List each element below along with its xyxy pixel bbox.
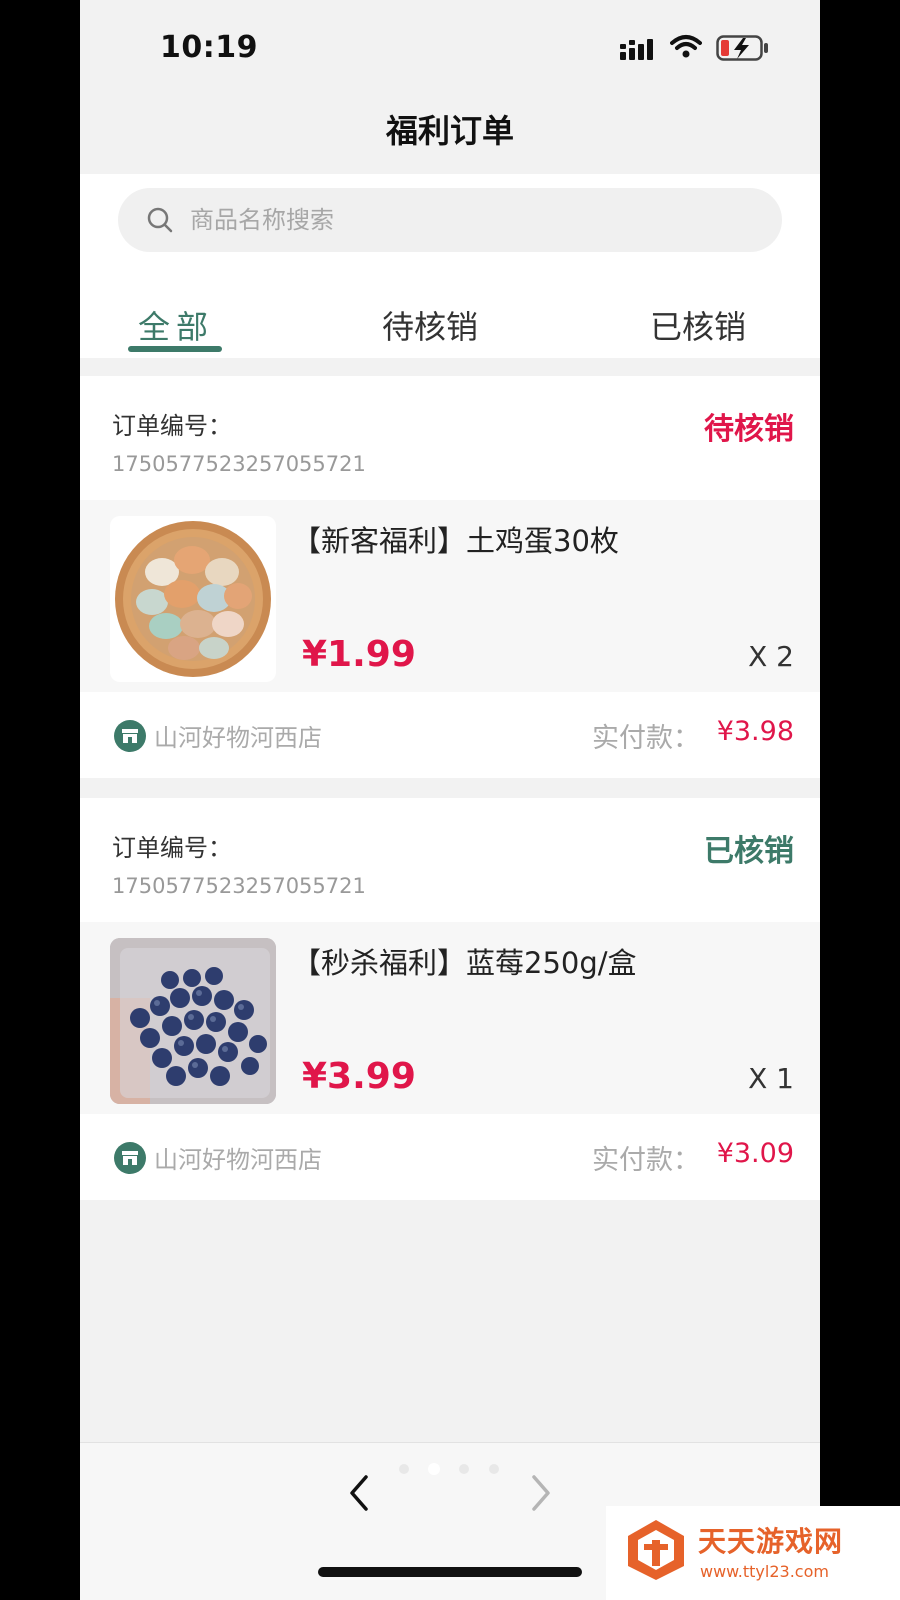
paid-amount: ¥3.09: [716, 1138, 794, 1169]
page-indicator-dots: [399, 1463, 499, 1475]
product-quantity: X 2: [748, 640, 794, 673]
order-number-label: 订单编号：: [112, 412, 232, 440]
tab-all[interactable]: 全部: [138, 302, 214, 348]
watermark-title: 天天游戏网: [698, 1525, 844, 1558]
page-title: 福利订单: [385, 112, 514, 150]
order-number: 1750577523257055721: [112, 452, 366, 476]
watermark-logo-icon: [628, 1520, 684, 1580]
home-indicator: [318, 1567, 582, 1577]
status-bar: 10:19: [80, 0, 820, 100]
forward-arrow-icon[interactable]: [526, 1473, 556, 1513]
paid-label: 实付款：: [592, 1145, 700, 1176]
store-icon: [114, 1142, 146, 1174]
watermark-url: www.ttyl23.com: [700, 1562, 829, 1581]
paid-amount: ¥3.98: [716, 716, 794, 747]
wifi-icon: [670, 35, 702, 58]
back-arrow-icon[interactable]: [344, 1473, 374, 1513]
order-header: 订单编号： 1750577523257055721 待核销: [80, 376, 820, 500]
shop-name: 山河好物河西店: [154, 724, 322, 752]
order-status: 已核销: [704, 834, 794, 869]
order-status: 待核销: [704, 412, 794, 447]
order-number: 1750577523257055721: [112, 874, 366, 898]
product-name: 【新客福利】土鸡蛋30枚: [292, 524, 619, 558]
egg-basket-image: [110, 516, 276, 682]
search-input[interactable]: [190, 188, 750, 252]
status-time: 10:19: [160, 30, 258, 65]
tab-bar: 全部 待核销 已核销: [80, 266, 820, 358]
product-price: ¥1.99: [302, 634, 416, 675]
cellular-signal-icon: [620, 39, 653, 60]
order-card[interactable]: 订单编号： 1750577523257055721 已核销 【秒杀福利】蓝莓25…: [80, 798, 820, 1200]
product-quantity: X 1: [748, 1062, 794, 1095]
order-product[interactable]: 【新客福利】土鸡蛋30枚 ¥1.99 X 2: [80, 500, 820, 692]
paid-label: 实付款：: [592, 723, 700, 754]
search-box[interactable]: [118, 188, 782, 252]
order-header: 订单编号： 1750577523257055721 已核销: [80, 798, 820, 922]
order-footer: 山河好物河西店 实付款： ¥3.09: [80, 1114, 820, 1200]
store-icon: [114, 720, 146, 752]
order-product[interactable]: 【秒杀福利】蓝莓250g/盒 ¥3.99 X 1: [80, 922, 820, 1114]
battery-charging-icon: [716, 35, 768, 61]
watermark: 天天游戏网 www.ttyl23.com: [606, 1506, 900, 1600]
phone-screen: 10:19 福利订单 商品名称搜索 全部 待核销 已核销 订单编号： 17505…: [80, 0, 820, 1600]
blueberries-image: [110, 938, 276, 1104]
active-tab-indicator: [128, 346, 222, 352]
product-name: 【秒杀福利】蓝莓250g/盒: [292, 946, 637, 980]
product-price: ¥3.99: [302, 1056, 416, 1097]
shop-name: 山河好物河西店: [154, 1146, 322, 1174]
search-bar: [80, 174, 820, 266]
order-footer: 山河好物河西店 实付款： ¥3.98: [80, 692, 820, 778]
search-icon: [147, 207, 173, 233]
order-card[interactable]: 订单编号： 1750577523257055721 待核销 【新客福利】土鸡蛋3…: [80, 376, 820, 778]
tab-completed[interactable]: 已核销: [650, 302, 746, 348]
tab-pending[interactable]: 待核销: [382, 302, 478, 348]
order-number-label: 订单编号：: [112, 834, 232, 862]
